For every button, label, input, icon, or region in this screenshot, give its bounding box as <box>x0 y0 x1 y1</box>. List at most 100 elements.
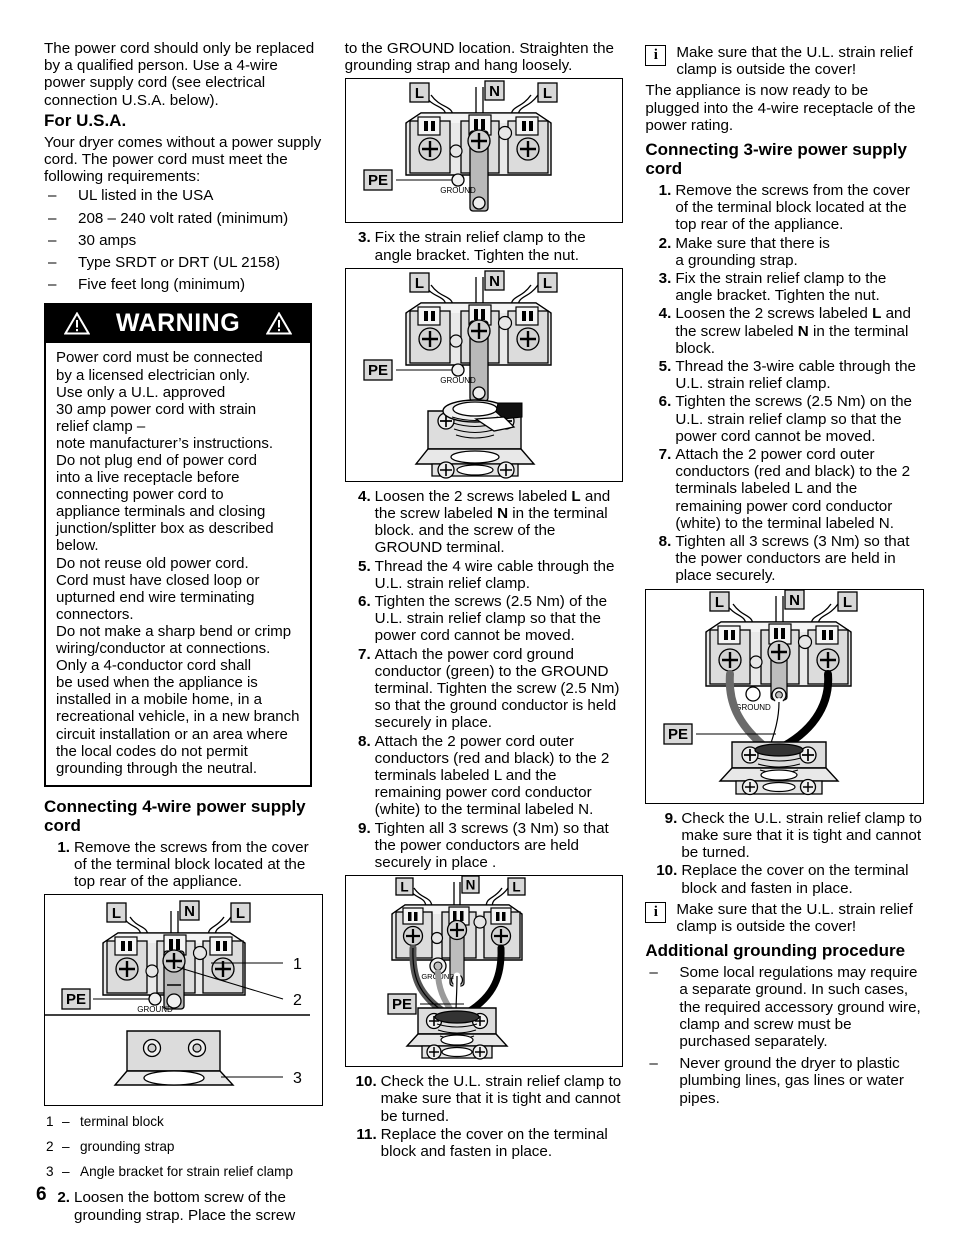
warning-line: connecting power cord to <box>56 486 224 504</box>
legend-number: 1 <box>46 1114 54 1130</box>
warning-line: Only a 4-conductor cord shall <box>56 657 252 675</box>
svg-text:3: 3 <box>293 1070 302 1087</box>
svg-text:GROUND: GROUND <box>137 1005 173 1014</box>
step-number: 11. <box>356 1125 377 1143</box>
list-item: – 208 – 240 volt rated (minimum) <box>44 210 323 227</box>
list-item: 10. Check the U.L. strain relief clamp t… <box>345 1073 624 1125</box>
info-note-2: i Make sure that the U.L. strain relief … <box>645 901 924 935</box>
terminal-block-with-angle-bracket-figure: PE GROUND L N L 1 2 3 <box>44 894 323 1107</box>
list-item: 3. Fix the strain relief clamp to the an… <box>345 229 624 263</box>
svg-text:1: 1 <box>293 956 302 973</box>
svg-text:N: N <box>789 592 800 609</box>
svg-text:PE: PE <box>66 991 86 1008</box>
warning-line: Power cord must be connected <box>56 349 263 367</box>
warning-line: recreational vehicle, in a new branch <box>56 708 300 726</box>
list-item: 1. Remove the screws from the cover of t… <box>44 839 323 891</box>
warning-line: Cord must have closed loop or <box>56 571 260 589</box>
warning-header: WARNING <box>44 303 312 344</box>
warning-line: circuit installation or an area where <box>56 725 288 743</box>
dash-bullet: – <box>48 209 57 227</box>
middle-column: to the GROUND location. Straighten the g… <box>344 40 624 1228</box>
four-wire-steps-list-part2: 2. Loosen the bottom screw of the ground… <box>44 1189 323 1223</box>
requirement-text: 30 amps <box>78 231 137 249</box>
four-wire-cord-connected-figure: GROUND PE L N L <box>344 875 624 1068</box>
requirement-text: Five feet long (minimum) <box>78 276 246 294</box>
warning-line: by a licensed electrician only. <box>56 366 250 384</box>
legend-text: grounding strap <box>80 1139 175 1155</box>
four-wire-steps-list-part1: 1. Remove the screws from the cover of t… <box>44 839 323 891</box>
step-number: 2. <box>57 1189 70 1207</box>
step-number: 1. <box>658 182 672 200</box>
warning-line: below. <box>56 537 99 555</box>
info-note-text: Make sure that the U.L. strain relief cl… <box>676 900 913 935</box>
svg-text:PE: PE <box>368 172 388 189</box>
figure-legend: 1 – terminal block 2 – grounding strap 3… <box>46 1114 323 1180</box>
warning-triangle-icon <box>266 311 293 335</box>
list-item: 3. Fix the strain relief clamp to the an… <box>645 270 924 304</box>
grounding-item-text: Never ground the dryer to plastic plumbi… <box>679 1055 904 1107</box>
dash-bullet: – <box>48 231 57 249</box>
step-text: Replace the cover on the terminal block … <box>380 1125 608 1161</box>
svg-text:L: L <box>415 275 424 292</box>
step-text: Loosen the 2 screws labeled L and the sc… <box>374 487 611 557</box>
warning-title: WARNING <box>115 308 241 337</box>
dash-bullet: – <box>48 187 57 205</box>
list-item: – 30 amps <box>44 232 323 249</box>
svg-text:GROUND: GROUND <box>440 376 476 385</box>
four-wire-steps-list-end: 10. Check the U.L. strain relief clamp t… <box>345 1073 624 1160</box>
list-item: – UL listed in the USA <box>44 187 323 204</box>
warning-line: 30 amp power cord with strain <box>56 400 257 418</box>
step-text: Fix the strain relief clamp to the angle… <box>374 229 586 264</box>
step-text: Replace the cover on the terminal block … <box>681 862 909 897</box>
svg-text:L: L <box>112 905 121 922</box>
list-item: 6. Tighten the screws (2.5 Nm) on the U.… <box>645 393 924 445</box>
step-number: 8. <box>358 732 371 750</box>
warning-line: Do not reuse old power cord. <box>56 554 249 572</box>
info-note-1: i Make sure that the U.L. strain relief … <box>645 44 924 78</box>
step-text: Thread the 3-wire cable through the U.L.… <box>675 358 916 393</box>
step-text: Tighten the screws (2.5 Nm) of the U.L. … <box>374 593 608 645</box>
step-text: Tighten the screws (2.5 Nm) on the U.L. … <box>675 393 912 445</box>
list-item: 7. Attach the power cord ground conducto… <box>345 646 624 732</box>
left-column: The power cord should only be replaced b… <box>44 40 323 1228</box>
ready-paragraph: The appliance is now ready to be plugged… <box>645 82 916 134</box>
list-item: 4. Loosen the 2 screws labeled L and the… <box>345 488 624 557</box>
four-wire-steps-list-part3: 4. Loosen the 2 screws labeled L and the… <box>345 488 624 871</box>
three-wire-cord-connected-figure: GROUND PE L N L <box>645 588 925 804</box>
warning-triangle-icon <box>63 311 90 335</box>
step-number: 2. <box>658 234 672 252</box>
step-text: Remove the screws from the cover of the … <box>675 182 910 234</box>
terminal-block-grounding-strap-figure: PE GROUND L N L <box>344 78 624 224</box>
step-text: Loosen the bottom screw of the grounding… <box>74 1189 296 1224</box>
warning-line: Use only a U.L. approved <box>56 383 226 401</box>
svg-text:N: N <box>489 83 500 100</box>
list-item: – Never ground the dryer to plastic plumb… <box>645 1055 924 1107</box>
dash-bullet: – <box>649 1055 658 1073</box>
step-text: Attach the 2 power cord outer conductors… <box>374 732 610 819</box>
step-number: 9. <box>358 819 371 837</box>
step-text: Remove the screws from the cover of the … <box>74 838 309 891</box>
heading-additional-grounding: Additional grounding procedure <box>645 941 906 961</box>
step-text: Tighten all 3 screws (3 Nm) so that the … <box>675 533 910 585</box>
svg-text:PE: PE <box>392 996 412 1013</box>
step-text: Loosen the 2 screws labeled L and the sc… <box>675 305 911 357</box>
svg-text:PE: PE <box>668 726 688 743</box>
manual-page: The power cord should only be replaced b… <box>0 0 954 1235</box>
step-number: 7. <box>658 446 672 464</box>
list-item: 10. Replace the cover on the terminal bl… <box>645 862 924 896</box>
list-item: 8. Attach the 2 power cord outer conduct… <box>345 733 624 819</box>
three-column-layout: The power cord should only be replaced b… <box>44 40 925 1228</box>
step-number: 8. <box>658 533 672 551</box>
svg-text:L: L <box>400 880 408 895</box>
requirement-text: 208 – 240 volt rated (minimum) <box>78 209 289 227</box>
list-item: 1. Remove the screws from the cover of t… <box>645 182 924 234</box>
step-text: Thread the 4 wire cable through the U.L.… <box>374 557 615 592</box>
legend-text: terminal block <box>80 1114 164 1130</box>
grounding-item-text: Some local regulations may require a sep… <box>679 964 921 1050</box>
terminal-block-strain-relief-clamp-figure: PE GROUND L N L <box>344 267 624 482</box>
info-icon: i <box>645 901 667 923</box>
svg-text:N: N <box>465 878 475 893</box>
heading-connecting-4-wire: Connecting 4-wire power supply cord <box>44 796 306 835</box>
requirements-list: – UL listed in the USA – 208 – 240 volt ra… <box>44 187 323 293</box>
legend-row: 1 – terminal block <box>46 1114 323 1130</box>
